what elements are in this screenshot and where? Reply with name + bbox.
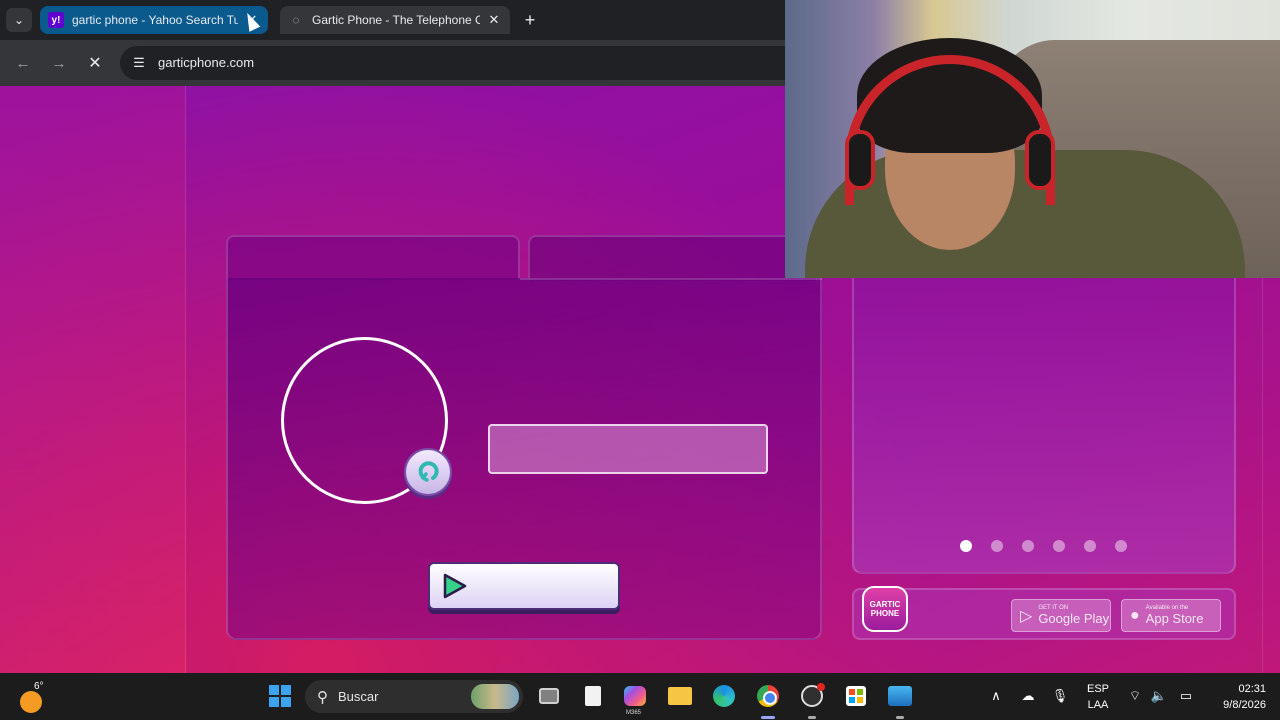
chrome-app[interactable] xyxy=(755,683,781,709)
battery-tray[interactable]: ▭ xyxy=(1174,683,1198,709)
file-explorer-app[interactable] xyxy=(667,683,693,709)
panel-divider xyxy=(520,278,822,280)
notepad-icon xyxy=(585,686,601,706)
speaker-icon: 🔈 xyxy=(1150,688,1168,703)
carousel-dot[interactable] xyxy=(1053,540,1065,552)
m365-icon xyxy=(624,686,646,706)
recording-dot-icon xyxy=(817,683,825,691)
webcam-overlay xyxy=(785,0,1280,278)
windows-taskbar: 6° ⚲ Buscar M365 ∧ ☁ 🎙 ESP LAA ⌔ 🔈 ▭ 02:… xyxy=(0,673,1280,720)
clock[interactable]: 02:31 9/8/2026 xyxy=(1204,681,1276,713)
weather-temp: 6° xyxy=(34,681,44,692)
apple-icon: ● xyxy=(1130,606,1140,624)
google-play-icon: ▷ xyxy=(1020,607,1033,625)
active-app-indicator xyxy=(761,716,775,719)
language-code: ESP xyxy=(1086,683,1109,695)
stop-loading-button[interactable]: ✕ xyxy=(83,51,107,75)
google-play-label: Google Play xyxy=(1038,611,1110,626)
volume-tray[interactable]: 🔈 xyxy=(1148,683,1170,709)
notepad-app[interactable] xyxy=(580,683,606,709)
taskbar-search[interactable]: ⚲ Buscar xyxy=(305,680,523,713)
play-icon xyxy=(443,573,467,599)
panel-tab-authenticated[interactable] xyxy=(528,235,818,281)
microphone-icon: 🎙 xyxy=(1051,688,1069,703)
address-bar[interactable]: ☰ garticphone.com xyxy=(120,46,840,80)
m365-label: M365 xyxy=(626,710,642,716)
cloud-icon: ☁ xyxy=(1021,688,1035,703)
wifi-tray[interactable]: ⌔ xyxy=(1124,683,1146,709)
photos-icon xyxy=(888,686,912,706)
chrome-icon xyxy=(757,685,779,707)
webcam-headset-ear xyxy=(1025,130,1055,190)
loading-icon: ◌ xyxy=(292,13,300,27)
keyboard-layout: LAA xyxy=(1087,699,1109,711)
tab-title: Gartic Phone - The Telephone G xyxy=(312,13,480,27)
carousel-dot[interactable] xyxy=(991,540,1003,552)
left-side-strip xyxy=(0,86,186,673)
windows-icon xyxy=(269,685,291,707)
tab-gartic-phone[interactable]: ◌ Gartic Phone - The Telephone G ✕ xyxy=(280,6,510,34)
close-icon[interactable]: ✕ xyxy=(486,12,502,28)
clock-date: 9/8/2026 xyxy=(1223,699,1266,711)
edge-icon xyxy=(713,685,735,707)
onedrive-tray[interactable]: ☁ xyxy=(1016,683,1040,709)
url-text[interactable]: garticphone.com xyxy=(158,55,254,70)
tab-search-menu-button[interactable]: ⌄ xyxy=(6,8,32,32)
carousel-dot[interactable] xyxy=(1115,540,1127,552)
m365-app[interactable] xyxy=(622,683,648,709)
search-highlight-image xyxy=(471,684,519,709)
site-info-icon[interactable]: ☰ xyxy=(128,52,150,74)
battery-icon: ▭ xyxy=(1179,688,1193,703)
app-store-label: App Store xyxy=(1145,611,1204,626)
new-tab-button[interactable]: + xyxy=(518,8,542,32)
show-hidden-icons-button[interactable]: ∧ xyxy=(986,683,1006,709)
edge-app[interactable] xyxy=(711,683,737,709)
input-language[interactable]: ESP LAA xyxy=(1084,681,1112,713)
app-store-button[interactable]: ● Available on the App Store xyxy=(1121,599,1221,632)
search-placeholder: Buscar xyxy=(338,689,379,704)
weather-widget[interactable]: 6° xyxy=(20,679,46,713)
refresh-icon xyxy=(418,461,439,482)
microphone-tray[interactable]: 🎙 xyxy=(1050,683,1070,709)
chevron-up-icon: ∧ xyxy=(991,688,1001,703)
moon-icon xyxy=(20,691,42,713)
carousel-dot[interactable] xyxy=(1022,540,1034,552)
back-button[interactable]: ← xyxy=(11,51,35,75)
carousel-dots xyxy=(960,540,1127,552)
search-icon: ⚲ xyxy=(317,688,328,706)
webcam-headset-ear xyxy=(845,130,875,190)
store-icon xyxy=(846,686,866,706)
task-view-button[interactable] xyxy=(536,683,562,709)
forward-button[interactable]: → xyxy=(47,51,71,75)
tab-yahoo-search[interactable]: y! gartic phone - Yahoo Search Tu ✕ xyxy=(40,6,268,34)
how-to-play-panel xyxy=(852,274,1236,574)
start-button[interactable] xyxy=(428,562,620,610)
carousel-dot[interactable] xyxy=(1084,540,1096,552)
panel-tab-anonymous[interactable] xyxy=(226,235,520,280)
running-app-indicator xyxy=(808,716,816,719)
photos-app[interactable] xyxy=(887,683,913,709)
gartic-phone-logo: GARTIC PHONE xyxy=(862,586,908,632)
folder-icon xyxy=(668,687,692,705)
wifi-icon: ⌔ xyxy=(1128,688,1142,703)
running-app-indicator xyxy=(896,716,904,719)
start-button[interactable] xyxy=(267,683,293,709)
randomize-avatar-button[interactable] xyxy=(404,448,452,496)
carousel-dot[interactable] xyxy=(960,540,972,552)
google-play-button[interactable]: ▷ GET IT ON Google Play xyxy=(1011,599,1111,632)
tab-title: gartic phone - Yahoo Search Tu xyxy=(72,13,238,27)
microsoft-store-app[interactable] xyxy=(843,683,869,709)
task-view-icon xyxy=(539,688,559,704)
yahoo-icon: y! xyxy=(48,12,64,28)
clock-time: 02:31 xyxy=(1238,683,1266,695)
nickname-input[interactable] xyxy=(488,424,768,474)
